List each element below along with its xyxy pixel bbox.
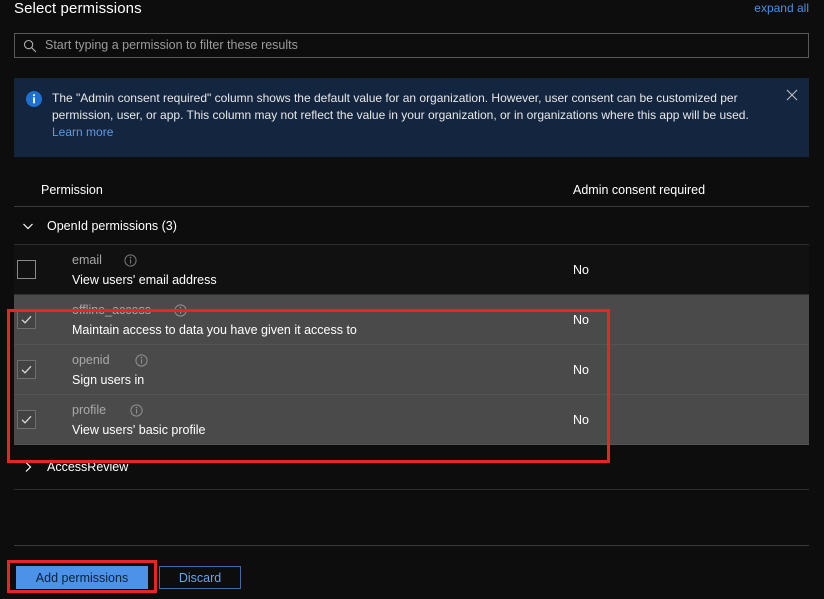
- row-checkbox-email[interactable]: [17, 260, 36, 279]
- column-header-admin-consent: Admin consent required: [573, 183, 705, 197]
- footer-divider: [14, 545, 809, 546]
- permissions-table: Permission Admin consent required OpenId…: [0, 175, 824, 490]
- close-icon[interactable]: [785, 88, 799, 102]
- page-title: Select permissions: [14, 0, 142, 17]
- group-header-openid-permissions[interactable]: OpenId permissions (3): [14, 207, 809, 245]
- search-icon: [23, 39, 37, 53]
- table-header-row: Permission Admin consent required: [14, 175, 809, 207]
- select-permissions-panel: Select permissions expand all Start typi…: [0, 0, 824, 599]
- admin-consent-openid: No: [573, 363, 589, 377]
- admin-consent-email: No: [573, 263, 589, 277]
- table-row[interactable]: profile View users' basic profile No: [14, 395, 809, 445]
- learn-more-link[interactable]: Learn more: [52, 125, 113, 139]
- discard-button[interactable]: Discard: [159, 566, 241, 589]
- permission-name-profile: profile: [72, 403, 106, 417]
- permission-description-email: View users' email address: [72, 273, 217, 287]
- row-checkbox-offline-access[interactable]: [17, 310, 36, 329]
- permission-name-offline-access: offline_access: [72, 303, 151, 317]
- chevron-right-icon: [20, 459, 36, 475]
- permission-name-openid: openid: [72, 353, 110, 367]
- group-label-accessreview: AccessReview: [47, 460, 128, 474]
- table-row[interactable]: email View users' email address No: [14, 245, 809, 295]
- admin-consent-offline-access: No: [573, 313, 589, 327]
- admin-consent-profile: No: [573, 413, 589, 427]
- info-icon[interactable]: [124, 254, 137, 267]
- add-permissions-button[interactable]: Add permissions: [16, 566, 148, 589]
- info-banner-message: The "Admin consent required" column show…: [52, 91, 749, 122]
- group-label-openid-permissions: OpenId permissions (3): [47, 219, 177, 233]
- info-icon[interactable]: [174, 304, 187, 317]
- permission-description-offline-access: Maintain access to data you have given i…: [72, 323, 357, 337]
- table-row[interactable]: offline_access Maintain access to data y…: [14, 295, 809, 345]
- chevron-down-icon: [20, 218, 36, 234]
- table-row[interactable]: openid Sign users in No: [14, 345, 809, 395]
- info-circle-icon: [26, 91, 42, 107]
- panel-header: Select permissions expand all: [0, 0, 824, 28]
- row-checkbox-profile[interactable]: [17, 410, 36, 429]
- info-banner: The "Admin consent required" column show…: [14, 78, 809, 157]
- row-checkbox-openid[interactable]: [17, 360, 36, 379]
- info-icon[interactable]: [130, 404, 143, 417]
- group-header-accessreview[interactable]: AccessReview: [14, 445, 809, 490]
- search-input[interactable]: Start typing a permission to filter thes…: [14, 33, 809, 58]
- permission-name-email: email: [72, 253, 102, 267]
- expand-all-link[interactable]: expand all: [754, 1, 809, 15]
- permission-description-profile: View users' basic profile: [72, 423, 205, 437]
- info-banner-text: The "Admin consent required" column show…: [52, 90, 782, 147]
- column-header-permission: Permission: [41, 183, 103, 197]
- search-placeholder: Start typing a permission to filter thes…: [45, 39, 298, 52]
- permission-description-openid: Sign users in: [72, 373, 144, 387]
- info-icon[interactable]: [135, 354, 148, 367]
